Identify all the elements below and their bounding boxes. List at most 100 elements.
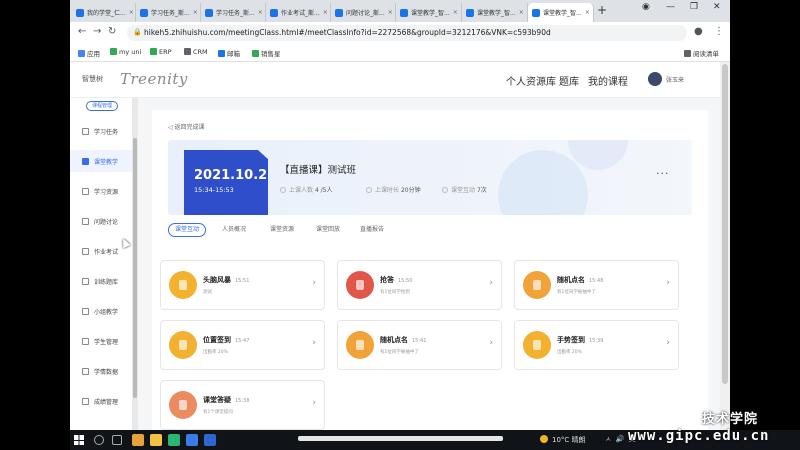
close-tab-icon[interactable]: × <box>582 9 590 16</box>
lock-icon[interactable]: 🔒 <box>133 28 142 36</box>
browser-tab[interactable]: 课堂教学_智... × <box>462 3 528 22</box>
task-view-icon[interactable] <box>112 435 122 445</box>
class-time-range: 15:34-15:53 <box>194 186 234 194</box>
tab-classroom-interaction[interactable]: 课堂互动 <box>168 223 207 237</box>
account-icon[interactable]: ◉ <box>642 2 650 12</box>
task-icon <box>82 127 89 135</box>
menu-icon[interactable]: ⋮ <box>714 26 724 37</box>
app-icon[interactable] <box>186 434 198 446</box>
group-icon <box>82 307 89 315</box>
nav-question-bank[interactable]: 题库 <box>559 73 579 88</box>
profile-icon[interactable]: ● <box>694 26 703 37</box>
interaction-card-qa[interactable]: 课堂答疑 15:38 有1个课堂提问 › <box>160 380 325 430</box>
interaction-card-random-call[interactable]: 随机点名 15:48 有1位同学被抽中了 › <box>514 260 679 310</box>
chrome-icon[interactable] <box>132 434 144 446</box>
tab-attendance-overview[interactable]: 人员概况 <box>222 223 246 237</box>
forward-icon[interactable]: → <box>93 26 101 37</box>
sidebar-item-group-teaching[interactable]: 小组教学 <box>70 300 132 322</box>
close-tab-icon[interactable]: × <box>450 9 458 16</box>
course-management-tag[interactable]: 课程管理 <box>86 101 118 111</box>
windows-start-icon[interactable] <box>74 435 84 445</box>
more-options-button[interactable]: ··· <box>656 167 670 180</box>
bookmark-item[interactable]: 销售星 <box>252 48 281 58</box>
bookmark-item[interactable]: ERP <box>150 48 172 56</box>
page-scrollbar[interactable] <box>720 62 730 430</box>
bookmark-item[interactable]: CRM <box>184 48 208 56</box>
sidebar-item-learning-tasks[interactable]: 学习任务 <box>70 120 132 142</box>
class-banner: 2021.10.27 15:34-15:53 【直播课】测试班 上课人数 4 /… <box>168 140 692 215</box>
app-icon[interactable] <box>204 434 216 446</box>
bookmark-icon <box>110 48 117 55</box>
sun-icon <box>540 435 548 443</box>
browser-tab[interactable]: 作业考试_斯... × <box>266 3 331 22</box>
location-icon <box>169 331 197 359</box>
browser-tab[interactable]: 学习任务_斯... × <box>201 3 266 22</box>
sidebar-item-discussion[interactable]: 问题讨论 <box>70 210 132 232</box>
interaction-card-brainstorm[interactable]: 头脑风暴 15:51 测试 › <box>160 260 325 310</box>
tab-classroom-resources[interactable]: 课堂资源 <box>270 223 294 237</box>
search-icon[interactable] <box>94 435 104 445</box>
tab-live-report[interactable]: 直播报告 <box>360 223 384 237</box>
sidebar-item-student-management[interactable]: 学生管理 <box>70 330 132 352</box>
interaction-card-random-call[interactable]: 随机点名 15:41 有1位同学被抽中了 › <box>337 320 502 370</box>
browser-tab[interactable]: 学习任务_斯... × <box>136 3 201 22</box>
close-window-button[interactable]: ✕ <box>713 2 721 12</box>
close-tab-icon[interactable]: × <box>385 9 393 16</box>
video-progress-bar[interactable] <box>298 436 503 441</box>
interaction-card-location-checkin[interactable]: 位置签到 15:47 出勤率 20% › <box>160 320 325 370</box>
meta-attendance: 上课人数 4 /5人 <box>280 185 333 194</box>
bookmark-item[interactable]: my uni <box>110 48 141 56</box>
close-tab-icon[interactable]: × <box>255 9 263 16</box>
screen: 我的学堂_仁... × 学习任务_斯... × 学习任务_斯... × 作业考试_斯.… <box>0 0 800 450</box>
chevron-right-icon: › <box>666 338 670 348</box>
browser-tab[interactable]: 课堂教学_智... × <box>396 3 462 22</box>
sidebar-item-question-bank[interactable]: 训练题库 <box>70 270 132 292</box>
close-tab-icon[interactable]: × <box>126 9 134 16</box>
chevron-right-icon: › <box>312 398 316 408</box>
browser-tab[interactable]: 我的学堂_仁... × <box>72 3 136 22</box>
close-tab-icon[interactable]: × <box>190 9 198 16</box>
bookmark-item[interactable]: 应用 <box>78 48 100 58</box>
address-bar[interactable]: 🔒 hikeh5.zhihuishu.com/meetingClass.html… <box>127 25 687 41</box>
maximize-button[interactable]: ❐ <box>690 2 698 12</box>
site-favicon-icon <box>466 8 474 17</box>
bookmark-item[interactable]: 邮箱 <box>218 48 240 58</box>
mail-icon <box>218 50 225 57</box>
minimize-button[interactable]: — <box>666 2 675 12</box>
folder-icon[interactable] <box>150 434 162 446</box>
reading-list-icon <box>684 50 691 57</box>
browser-tab-active[interactable]: 课堂教学_智... × <box>528 3 594 22</box>
interaction-card-gesture-checkin[interactable]: 手势签到 15:39 出勤率 20% › <box>514 320 679 370</box>
url-text[interactable]: hikeh5.zhihuishu.com/meetingClass.html#/… <box>144 28 551 37</box>
site-favicon-icon <box>205 8 213 17</box>
new-tab-button[interactable]: + <box>597 3 607 17</box>
brainstorm-icon <box>169 271 197 299</box>
sidebar-item-learning-data[interactable]: 学情数据 <box>70 360 132 382</box>
sidebar-scroll-thumb[interactable] <box>133 138 137 398</box>
close-tab-icon[interactable]: × <box>320 9 328 16</box>
sidebar-item-grades[interactable]: 成绩管理 <box>70 390 132 412</box>
reload-icon[interactable]: ↻ <box>108 26 116 37</box>
back-icon[interactable]: ← <box>78 26 86 37</box>
user-name[interactable]: 张玉来 <box>666 75 684 84</box>
close-tab-icon[interactable]: × <box>516 9 524 16</box>
site-logo-small[interactable]: 智慧树 <box>82 74 103 84</box>
chevron-right-icon: › <box>489 278 493 288</box>
weather-widget[interactable]: 10°C 晴朗 <box>540 435 586 445</box>
sidebar-item-learning-resources[interactable]: 学习资源 <box>70 180 132 202</box>
sidebar-scrollbar[interactable] <box>132 98 138 430</box>
sidebar-item-classroom-teaching[interactable]: 课堂教学 <box>70 150 132 172</box>
back-link[interactable]: ◁ 返回完成课 <box>168 122 205 131</box>
tab-class-replay[interactable]: 课堂回放 <box>316 223 340 237</box>
nav-my-courses[interactable]: 我的课程 <box>588 73 628 88</box>
page-scroll-thumb[interactable] <box>722 64 728 384</box>
wechat-icon[interactable] <box>168 434 180 446</box>
chevron-right-icon: › <box>489 338 493 348</box>
class-title: 【直播课】测试班 <box>280 165 357 176</box>
reading-list[interactable]: 阅读清单 <box>684 48 719 58</box>
site-logo[interactable]: Treenity <box>120 70 188 88</box>
nav-personal-library[interactable]: 个人资源库 <box>506 73 556 88</box>
avatar[interactable] <box>648 72 662 86</box>
browser-tab[interactable]: 问题讨论_斯... × <box>331 3 396 22</box>
interaction-card-quick-answer[interactable]: 抢答 15:50 有1位同学抢到 › <box>337 260 502 310</box>
